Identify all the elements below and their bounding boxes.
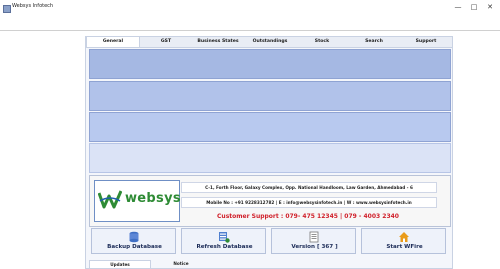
customer-support: Customer Support : 079- 475 12345 | 079 … (217, 213, 399, 220)
tab-stock[interactable]: Stock (296, 37, 348, 47)
refresh-database-button[interactable]: Refresh Database (181, 228, 266, 254)
logo-mark-icon (98, 190, 122, 209)
action-bar: Backup Database Refresh Database Version… (89, 228, 449, 254)
app-icon (3, 5, 11, 13)
document-icon (309, 231, 319, 243)
company-contact: Mobile No : +91 9228312782 | E : info@we… (181, 197, 437, 208)
refresh-database-label: Refresh Database (196, 244, 253, 250)
minimize-button[interactable]: — (452, 2, 464, 12)
tab-general[interactable]: General (86, 37, 140, 47)
title-bar: Websys Infotech — □ ✕ (0, 0, 500, 31)
dashboard-band-4[interactable] (89, 143, 451, 173)
start-wfire-label: Start WFire (386, 244, 423, 250)
dashboard-panel: General GST Business States Outstandings… (85, 36, 453, 269)
tab-support[interactable]: Support (400, 37, 452, 47)
version-button[interactable]: Version [ 367 ] (271, 228, 356, 254)
database-backup-icon (129, 231, 139, 243)
backup-database-label: Backup Database (107, 244, 162, 250)
company-logo: websys (94, 180, 181, 222)
dashboard-band-3[interactable] (89, 112, 451, 142)
tab-business-states[interactable]: Business States (192, 37, 244, 47)
logo-text: websys (125, 191, 181, 206)
dashboard-band-1[interactable] (89, 49, 451, 79)
database-refresh-icon (219, 232, 230, 243)
company-info: websys C-1, Forth Floor, Galaxy Complex,… (89, 175, 451, 227)
company-address: C-1, Forth Floor, Galaxy Complex, Opp. N… (181, 182, 437, 193)
tab-gst[interactable]: GST (140, 37, 192, 47)
backup-database-button[interactable]: Backup Database (91, 228, 176, 254)
version-label: Version [ 367 ] (291, 244, 338, 250)
window-title: Websys Infotech (12, 3, 54, 9)
tab-search[interactable]: Search (348, 37, 400, 47)
tab-outstandings[interactable]: Outstandings (244, 37, 296, 47)
close-button[interactable]: ✕ (484, 2, 496, 12)
home-icon (399, 232, 409, 242)
maximize-button[interactable]: □ (468, 2, 480, 12)
tab-bar: General GST Business States Outstandings… (86, 37, 452, 48)
dashboard-band-2[interactable] (89, 81, 451, 111)
start-wfire-button[interactable]: Start WFire (361, 228, 446, 254)
